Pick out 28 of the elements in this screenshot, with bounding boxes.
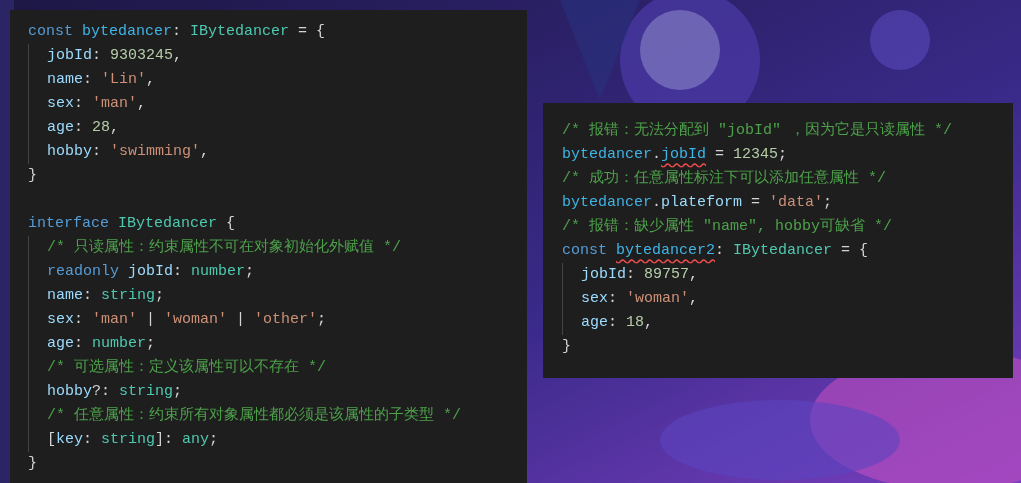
code-line: sex: 'man',: [47, 94, 147, 114]
code-line: readonly jobId: number;: [47, 262, 255, 282]
code-line: name: 'Lin',: [47, 70, 156, 90]
code-line: hobby: 'swimming',: [47, 142, 210, 162]
code-line: sex: 'man' | 'woman' | 'other';: [47, 310, 327, 330]
code-line: }: [28, 166, 37, 186]
code-line: /* 报错：缺少属性 "name", hobby可缺省 */: [562, 216, 893, 237]
code-line: /* 任意属性：约束所有对象属性都必须是该属性的子类型 */: [47, 405, 461, 426]
code-line: bytedancer.jobId = 12345;: [562, 145, 788, 165]
code-line: hobby?: string;: [47, 382, 183, 402]
code-line: /* 可选属性：定义该属性可以不存在 */: [47, 357, 326, 378]
code-line: jobId: 89757,: [581, 265, 699, 285]
code-line: bytedancer.plateform = 'data';: [562, 193, 833, 213]
code-line: /* 报错：无法分配到 "jobId" ，因为它是只读属性 */: [562, 120, 953, 141]
code-line: /* 成功：任意属性标注下可以添加任意属性 */: [562, 168, 886, 189]
code-line: name: string;: [47, 286, 165, 306]
code-line: interface IBytedancer {: [28, 214, 236, 234]
code-line: age: 18,: [581, 313, 654, 333]
code-line: const bytedancer: IBytedancer = {: [28, 22, 326, 42]
code-line: jobId: 9303245,: [47, 46, 183, 66]
code-line: const bytedancer2: IBytedancer = {: [562, 241, 869, 261]
code-line: }: [28, 454, 37, 474]
code-line: [key: string]: any;: [47, 430, 219, 450]
code-line: /* 只读属性：约束属性不可在对象初始化外赋值 */: [47, 237, 401, 258]
code-line: }: [562, 337, 571, 357]
code-line: age: number;: [47, 334, 156, 354]
code-line: age: 28,: [47, 118, 120, 138]
code-line: sex: 'woman',: [581, 289, 699, 309]
